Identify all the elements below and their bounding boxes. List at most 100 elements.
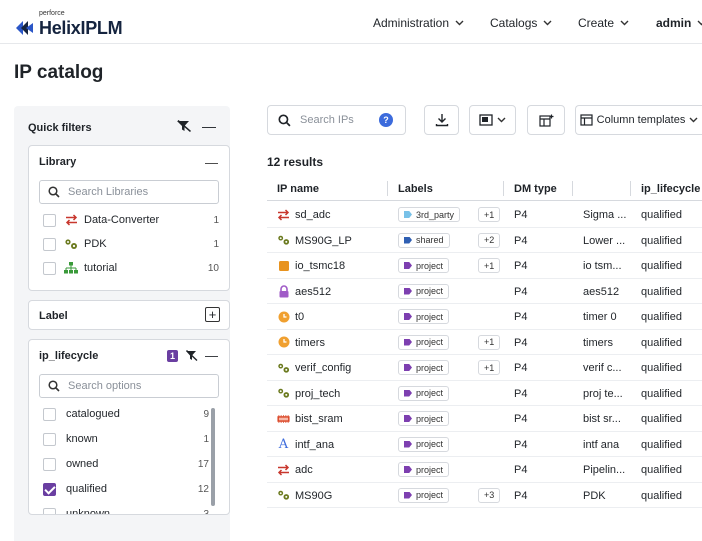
label-tag[interactable]: shared	[398, 232, 450, 248]
collapse-lifecycle-icon[interactable]: —	[205, 349, 218, 362]
library-search-input[interactable]	[68, 186, 208, 198]
checkbox[interactable]	[43, 507, 56, 514]
column-header-dm-type[interactable]: DM type	[514, 183, 557, 195]
lifecycle-search[interactable]	[39, 374, 219, 398]
more-labels-badge[interactable]: +2	[478, 232, 501, 248]
top-nav: perforce HelixIPLM Administration Catalo…	[0, 0, 702, 44]
nav-user-menu[interactable]: admin	[656, 16, 702, 30]
lifecycle-item-known[interactable]: known 1	[43, 429, 209, 449]
checkbox[interactable]	[43, 237, 56, 251]
column-separator[interactable]	[630, 181, 631, 196]
view-mode-button[interactable]	[469, 105, 516, 135]
help-icon[interactable]: ?	[379, 113, 393, 127]
download-button[interactable]	[424, 105, 459, 135]
tag-icon	[404, 211, 412, 218]
ip-name-cell[interactable]: intf_ana	[295, 439, 334, 451]
ip-name-cell[interactable]: sd_adc	[295, 209, 330, 221]
table-row[interactable]: sd_adc 3rd_party +1 P4 Sigma ... qualified	[267, 202, 702, 228]
lifecycle-item-catalogued[interactable]: catalogued 9	[43, 404, 209, 424]
column-header-ip-lifecycle[interactable]: ip_lifecycle	[641, 183, 700, 195]
label-tag[interactable]: project	[398, 360, 450, 375]
library-item-pdk[interactable]: PDK 1	[43, 234, 219, 254]
checkbox[interactable]	[43, 261, 56, 275]
add-label-icon[interactable]: +	[205, 307, 220, 322]
label-tag[interactable]: project	[398, 462, 450, 477]
ip-name-cell[interactable]: t0	[295, 311, 304, 323]
column-separator[interactable]	[387, 181, 388, 196]
add-column-button[interactable]	[527, 105, 565, 135]
description-cell: timers	[583, 336, 613, 349]
lifecycle-search-input[interactable]	[68, 380, 208, 392]
checkbox[interactable]	[43, 432, 56, 446]
lifecycle-item-unknown[interactable]: unknown 3	[43, 504, 209, 514]
label-tag[interactable]: project	[398, 258, 450, 273]
nav-create[interactable]: Create	[578, 16, 629, 30]
label-tag[interactable]: project	[398, 283, 450, 299]
collapse-library-icon[interactable]: —	[205, 155, 218, 170]
clear-filter-icon[interactable]	[176, 120, 192, 132]
ip-name-cell[interactable]: io_tsmc18	[295, 260, 345, 272]
clear-filter-icon[interactable]	[185, 350, 198, 361]
label-tag[interactable]: project	[398, 334, 450, 350]
tag-icon	[404, 262, 412, 269]
table-row[interactable]: Aintf_ana project P4 intf ana qualified	[267, 432, 702, 457]
column-separator[interactable]	[503, 181, 504, 196]
checkbox[interactable]	[43, 213, 56, 227]
table-row[interactable]: proj_tech project P4 proj te... qualified	[267, 381, 702, 406]
checkbox-checked[interactable]	[43, 482, 56, 496]
more-labels-badge[interactable]: +1	[478, 258, 501, 273]
table-row[interactable]: timers project +1 P4 timers qualified	[267, 330, 702, 355]
page-title: IP catalog	[14, 62, 104, 83]
ip-name-cell[interactable]: MS90G	[295, 490, 332, 502]
ip-name-cell[interactable]: MS90G_LP	[295, 235, 352, 247]
column-separator[interactable]	[572, 181, 573, 196]
column-templates-button[interactable]: Column templates	[575, 105, 702, 135]
more-labels-badge[interactable]: +1	[478, 207, 501, 222]
ip-search[interactable]: ?	[267, 105, 406, 135]
lifecycle-item-qualified[interactable]: qualified 12	[43, 479, 209, 499]
table-row[interactable]: MS90G project +3 P4 PDK qualified	[267, 483, 702, 508]
table-row[interactable]: aes512 project P4 aes512 qualified	[267, 279, 702, 304]
column-header-labels[interactable]: Labels	[398, 183, 433, 195]
table-row[interactable]: io_tsmc18 project +1 P4 io tsm... qualified	[267, 253, 702, 279]
label-tag[interactable]: project	[398, 411, 450, 426]
ip-search-input[interactable]	[300, 114, 370, 126]
more-labels-badge[interactable]: +1	[478, 360, 501, 375]
label-tag[interactable]: project	[398, 309, 450, 324]
lifecycle-item-count: 1	[203, 433, 209, 445]
checkbox[interactable]	[43, 407, 56, 421]
checkbox[interactable]	[43, 457, 56, 471]
table-row[interactable]: verif_config project +1 P4 verif c... qualifi…	[267, 355, 702, 381]
library-item-tutorial[interactable]: tutorial 10	[43, 258, 219, 278]
label-tag[interactable]: project	[398, 436, 450, 452]
ip-name-cell[interactable]: aes512	[295, 286, 331, 298]
collapse-all-icon[interactable]: —	[202, 119, 216, 133]
logo[interactable]: perforce HelixIPLM	[14, 10, 123, 37]
label-tag[interactable]: 3rd_party	[398, 207, 461, 222]
ip-name-cell[interactable]: proj_tech	[295, 388, 340, 400]
ip-name-cell[interactable]: bist_sram	[295, 413, 343, 425]
library-search[interactable]	[39, 180, 219, 204]
table-row[interactable]: adc project P4 Pipelin... qualified	[267, 457, 702, 483]
nav-create-label: Create	[578, 16, 615, 30]
label-tag[interactable]: project	[398, 487, 450, 503]
library-item-data-converter[interactable]: Data-Converter 1	[43, 210, 219, 230]
nav-administration[interactable]: Administration	[373, 16, 464, 30]
table-row[interactable]: bist_sram project P4 bist sr... qualified	[267, 406, 702, 432]
lifecycle-item-owned[interactable]: owned 17	[43, 454, 209, 474]
tag-icon	[404, 415, 412, 422]
ip-lifecycle-cell: qualified	[641, 489, 682, 502]
ip-name-cell[interactable]: timers	[295, 337, 325, 349]
more-labels-badge[interactable]: +3	[478, 487, 501, 503]
ip-name-cell[interactable]: adc	[295, 464, 313, 476]
ip-name-cell[interactable]: verif_config	[295, 362, 351, 374]
label-tag[interactable]: project	[398, 385, 450, 401]
ip-lifecycle-cell: qualified	[641, 387, 682, 400]
table-row[interactable]: t0 project P4 timer 0 qualified	[267, 304, 702, 330]
nav-catalogs[interactable]: Catalogs	[490, 16, 552, 30]
table-row[interactable]: MS90G_LP shared +2 P4 Lower ... qualified	[267, 228, 702, 253]
lifecycle-scrollbar[interactable]	[211, 408, 215, 506]
more-labels-badge[interactable]: +1	[478, 334, 501, 350]
column-header-ip-name[interactable]: IP name	[277, 183, 319, 195]
lifecycle-item-count: 12	[197, 483, 209, 495]
